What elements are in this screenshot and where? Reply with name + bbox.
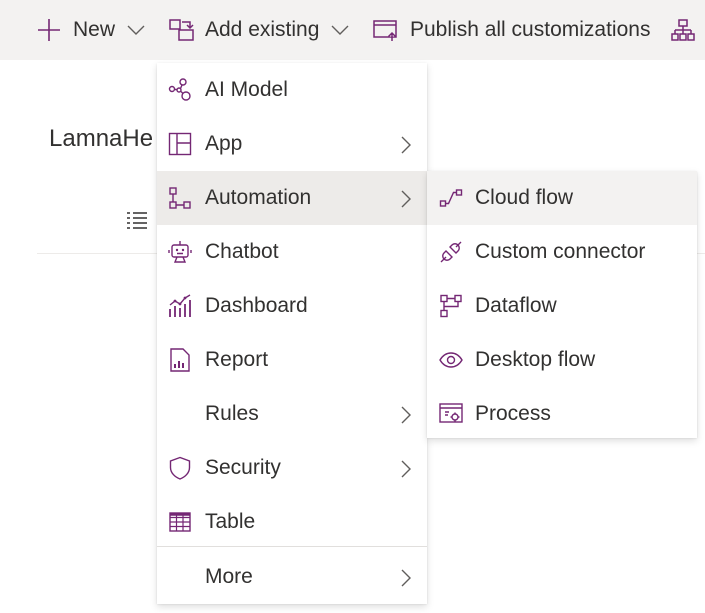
menu-item-dashboard[interactable]: Dashboard [157, 279, 427, 333]
menu-item-label: Dashboard [205, 294, 308, 317]
new-button[interactable]: New [37, 0, 145, 60]
submenu-item-label: Desktop flow [475, 348, 596, 371]
menu-item-security[interactable]: Security [157, 441, 427, 495]
custom-connector-icon [439, 240, 463, 264]
menu-item-table[interactable]: Table [157, 495, 427, 549]
app-icon [168, 132, 192, 156]
menu-item-chatbot[interactable]: Chatbot [157, 225, 427, 279]
menu-item-label: Table [205, 510, 256, 533]
plus-icon [38, 19, 60, 41]
dataflow-icon [439, 294, 463, 318]
submenu-item-dataflow[interactable]: Dataflow [427, 279, 697, 333]
table-icon [168, 510, 192, 534]
menu-item-report[interactable]: Report [157, 333, 427, 387]
shield-icon [168, 456, 192, 480]
automation-icon [168, 186, 192, 210]
menu-item-label: Security [205, 456, 281, 479]
submenu-item-process[interactable]: Process [427, 387, 697, 441]
list-view-icon[interactable] [126, 210, 148, 230]
add-existing-menu: AI Model App Automation Chatbot Dashboar… [157, 63, 427, 604]
chevron-down-icon [331, 25, 349, 35]
chevron-right-icon [401, 136, 411, 154]
solution-map-button[interactable] [671, 0, 695, 60]
dashboard-icon [168, 294, 192, 318]
publish-icon [373, 20, 397, 41]
menu-separator [157, 546, 427, 547]
chatbot-icon [168, 240, 192, 264]
menu-item-label: App [205, 132, 243, 155]
automation-submenu: Cloud flow Custom connector Dataflow Des… [427, 171, 697, 438]
publish-all-button[interactable]: Publish all customizations [373, 0, 650, 60]
chevron-down-icon [127, 25, 145, 35]
submenu-item-label: Process [475, 402, 551, 425]
chevron-right-icon [401, 460, 411, 478]
submenu-item-label: Dataflow [475, 294, 557, 317]
menu-item-more[interactable]: More [157, 550, 427, 604]
menu-item-label: More [205, 565, 253, 588]
menu-item-label: Automation [205, 186, 312, 209]
menu-item-ai-model[interactable]: AI Model [157, 63, 427, 117]
chevron-right-icon [401, 190, 411, 208]
add-existing-label: Add existing [205, 18, 320, 41]
menu-item-automation[interactable]: Automation [157, 171, 427, 225]
new-label: New [73, 18, 116, 41]
submenu-item-desktop-flow[interactable]: Desktop flow [427, 333, 697, 387]
menu-item-label: Chatbot [205, 240, 279, 263]
chevron-right-icon [401, 569, 411, 587]
submenu-item-cloud-flow[interactable]: Cloud flow [427, 171, 697, 225]
cloud-flow-icon [439, 186, 463, 210]
page-title: LamnaHe [49, 125, 154, 152]
publish-label: Publish all customizations [410, 18, 651, 41]
desktop-flow-icon [439, 348, 463, 372]
report-icon [168, 348, 192, 372]
submenu-item-custom-connector[interactable]: Custom connector [427, 225, 697, 279]
chevron-right-icon [401, 406, 411, 424]
add-existing-button[interactable]: Add existing [169, 0, 349, 60]
command-bar: New Add existing Publish all customizati… [0, 0, 705, 60]
ai-model-icon [168, 78, 192, 102]
add-existing-icon [169, 19, 194, 41]
menu-item-rules[interactable]: Rules [157, 387, 427, 441]
submenu-item-label: Custom connector [475, 240, 646, 263]
submenu-item-label: Cloud flow [475, 186, 574, 209]
menu-item-label: Rules [205, 402, 259, 425]
menu-item-label: AI Model [205, 78, 288, 101]
process-icon [439, 402, 463, 426]
menu-item-label: Report [205, 348, 269, 371]
hierarchy-icon [671, 19, 695, 41]
menu-item-app[interactable]: App [157, 117, 427, 171]
